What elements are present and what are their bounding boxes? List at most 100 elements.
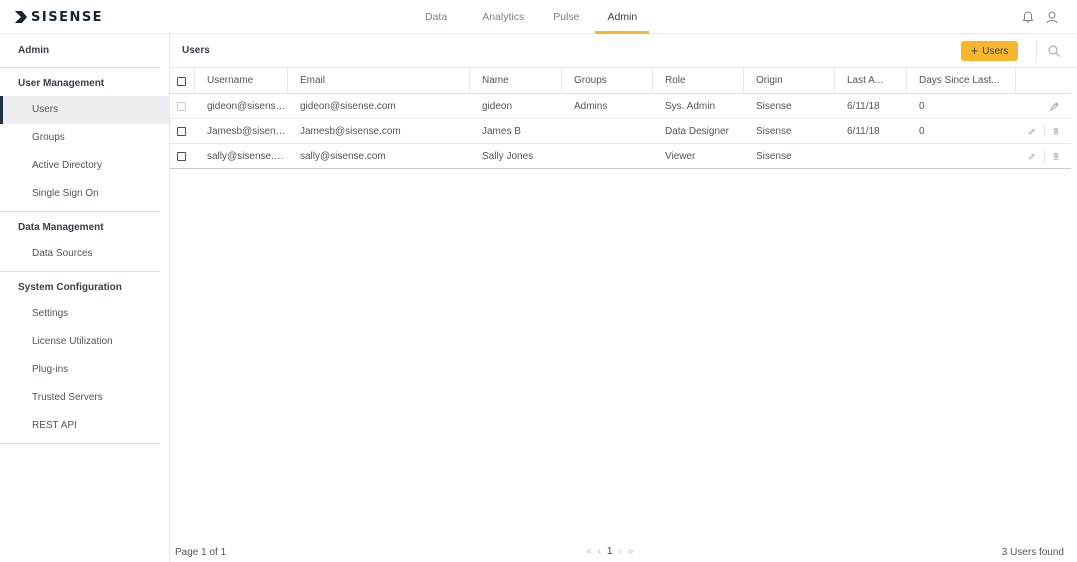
column-header-email[interactable]: Email (288, 68, 470, 94)
cell-last-activity: 6/11/18 (847, 101, 880, 112)
sidebar-item-single-sign-on[interactable]: Single Sign On (0, 180, 160, 208)
sidebar-header-user-management: User Management (18, 78, 105, 89)
admin-sidebar: Admin User Management Users Groups Activ… (0, 34, 170, 562)
cell-username: gideon@sisense.... (207, 101, 288, 112)
cell-email: Jamesb@sisense.com (300, 126, 401, 137)
row-actions (1016, 119, 1071, 143)
row-checkbox[interactable] (177, 126, 186, 136)
sidebar-item-license-utilization[interactable]: License Utilization (0, 328, 160, 356)
sidebar-item-rest-api[interactable]: REST API (0, 412, 160, 440)
add-users-button[interactable]: + Users (961, 41, 1018, 61)
users-panel: Users + Users Username Email Name Groups… (170, 34, 1077, 562)
sidebar-section-user-management: User Management Users Groups Active Dire… (0, 68, 169, 212)
cell-role: Viewer (665, 151, 696, 162)
cell-origin: Sisense (756, 151, 792, 162)
action-divider (1043, 124, 1045, 138)
row-actions (1016, 144, 1071, 168)
sidebar-item-data-sources[interactable]: Data Sources (0, 240, 160, 268)
tab-pulse[interactable]: Pulse (541, 0, 591, 34)
prev-page-icon[interactable]: ‹ (598, 546, 601, 557)
tab-analytics[interactable]: Analytics (470, 0, 536, 34)
table-row[interactable]: sally@sisense.com sally@sisense.com Sall… (170, 144, 1071, 169)
cell-email: sally@sisense.com (300, 151, 386, 162)
cell-days-since-last (907, 144, 1016, 168)
cell-origin: Sisense (756, 101, 792, 112)
edit-pencil-icon[interactable] (1028, 126, 1036, 137)
tab-data[interactable]: Data (413, 0, 459, 34)
cell-last-activity: 6/11/18 (847, 126, 880, 137)
sidebar-section-system-configuration: System Configuration Settings License Ut… (0, 272, 160, 444)
sisense-logo[interactable]: SISENSE (14, 9, 103, 25)
cell-username: Jamesb@sisense... (207, 126, 288, 137)
action-divider (1043, 149, 1045, 163)
cell-role: Data Designer (665, 126, 729, 137)
cell-email: gideon@sisense.com (300, 101, 396, 112)
sidebar-item-trusted-servers[interactable]: Trusted Servers (0, 384, 160, 412)
search-icon[interactable] (1047, 44, 1061, 58)
row-select-cell (170, 119, 195, 143)
sidebar-item-settings[interactable]: Settings (0, 300, 160, 328)
last-page-icon[interactable]: » (628, 546, 634, 557)
cell-groups (562, 144, 653, 168)
cell-username: sally@sisense.com (207, 151, 288, 162)
current-page[interactable]: 1 (607, 546, 613, 557)
bell-icon[interactable] (1021, 10, 1035, 24)
cell-groups (562, 119, 653, 143)
column-header-groups[interactable]: Groups (562, 68, 653, 94)
plus-icon: + (970, 43, 979, 58)
sidebar-header-system-configuration: System Configuration (18, 282, 122, 293)
sidebar-item-groups[interactable]: Groups (0, 124, 160, 152)
header-divider (1036, 40, 1037, 62)
row-checkbox (177, 101, 186, 111)
select-all-checkbox[interactable] (177, 76, 186, 86)
sidebar-section-data-management: Data Management Data Sources (0, 212, 160, 272)
column-header-username[interactable]: Username (195, 68, 288, 94)
edit-pencil-icon[interactable] (1049, 101, 1060, 112)
row-select-cell (170, 94, 195, 118)
top-icons (1021, 10, 1059, 24)
cell-name: Sally Jones (482, 151, 534, 162)
table-row[interactable]: Jamesb@sisense... Jamesb@sisense.com Jam… (170, 119, 1071, 144)
cell-name: James B (482, 126, 521, 137)
tab-admin[interactable]: Admin (595, 0, 650, 34)
main-nav: Data Analytics Pulse Admin (413, 0, 650, 34)
select-all-cell (170, 68, 195, 94)
sidebar-item-active-directory[interactable]: Active Directory (0, 152, 160, 180)
table-header: Username Email Name Groups Role Origin L… (170, 68, 1071, 94)
trash-icon[interactable] (1052, 151, 1060, 162)
cell-origin: Sisense (756, 126, 792, 137)
table-footer: Page 1 of 1 « ‹ 1 › » 3 Users found (170, 543, 1077, 562)
cell-role: Sys. Admin (665, 101, 716, 112)
column-header-actions (1016, 68, 1071, 94)
results-count: 3 Users found (1001, 547, 1064, 558)
column-header-name[interactable]: Name (470, 68, 562, 94)
first-page-icon[interactable]: « (586, 546, 592, 557)
page-info: Page 1 of 1 (175, 547, 227, 558)
trash-icon[interactable] (1052, 126, 1060, 137)
sisense-logo-mark-icon (15, 11, 27, 23)
top-bar: SISENSE Data Analytics Pulse Admin (0, 0, 1077, 34)
sidebar-title: Admin (0, 34, 160, 68)
pagination: « ‹ 1 › » (586, 546, 633, 557)
column-header-days-since-last[interactable]: Days Since Last... (907, 68, 1016, 94)
column-header-origin[interactable]: Origin (744, 68, 835, 94)
edit-pencil-icon[interactable] (1028, 151, 1036, 162)
row-actions (1016, 94, 1071, 118)
sidebar-item-plug-ins[interactable]: Plug-ins (0, 356, 160, 384)
sidebar-header-data-management: Data Management (18, 222, 104, 233)
sidebar-item-users[interactable]: Users (0, 96, 169, 124)
panel-header: Users + Users (170, 34, 1077, 68)
next-page-icon[interactable]: › (618, 546, 621, 557)
row-checkbox[interactable] (177, 151, 186, 161)
column-header-last-activity[interactable]: Last A... (835, 68, 907, 94)
table-row[interactable]: gideon@sisense.... gideon@sisense.com gi… (170, 94, 1071, 119)
user-icon[interactable] (1045, 10, 1059, 24)
cell-name: gideon (482, 101, 513, 112)
cell-days-since-last: 0 (919, 126, 925, 137)
page-title: Users (182, 45, 210, 56)
cell-last-activity (835, 144, 907, 168)
users-table: Username Email Name Groups Role Origin L… (170, 68, 1071, 169)
column-header-role[interactable]: Role (653, 68, 744, 94)
row-select-cell (170, 144, 195, 168)
cell-groups: Admins (574, 101, 608, 112)
